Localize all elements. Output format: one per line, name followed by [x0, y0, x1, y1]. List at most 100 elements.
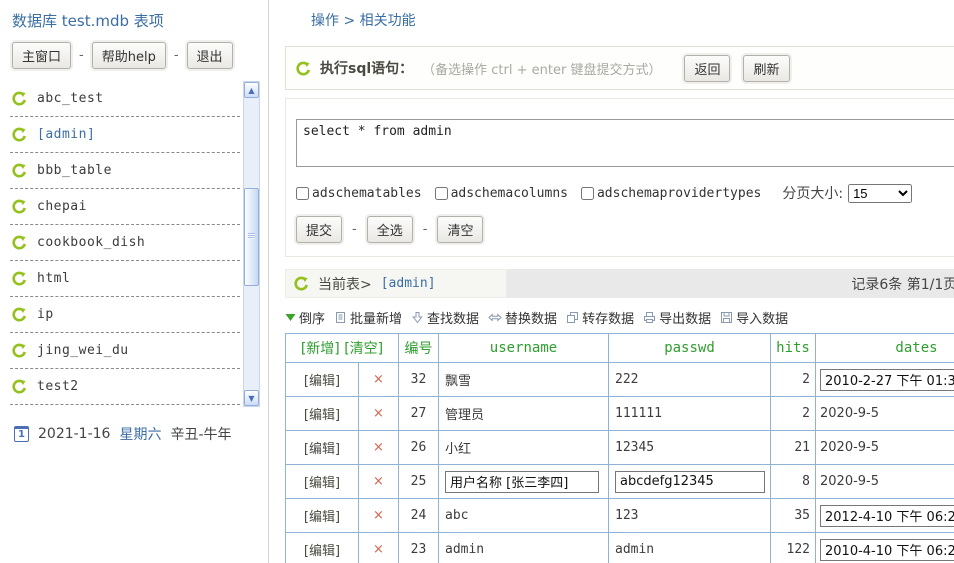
select-all-button[interactable]: 全选	[367, 216, 413, 243]
pagination-info: 记录6条 第1/1页 Goto	[507, 269, 954, 298]
back-button[interactable]: 返回	[684, 55, 730, 82]
table-list-item-chepai[interactable]: chepai	[10, 189, 240, 225]
clear-button[interactable]: 清空	[437, 216, 483, 243]
weekday-label: 星期六	[119, 424, 161, 444]
toolbar-item-swap[interactable]: 替换数据	[488, 308, 557, 327]
checkbox-adschemaprovidertypes[interactable]: adschemaprovidertypes	[581, 186, 761, 201]
cell-id: 24	[399, 499, 439, 533]
table-list: abc_test[admin] bbb_tablechepai cookbook_d…	[10, 81, 260, 407]
adschematables-checkbox[interactable]	[296, 187, 309, 200]
adschemacolumns-checkbox[interactable]	[435, 187, 448, 200]
calendar-icon: 1	[14, 426, 29, 442]
cell-username	[439, 465, 609, 499]
edit-link[interactable]: [编辑]	[286, 465, 359, 499]
sidebar: 数据库 test.mdb 表项 主窗口 - 帮助help - 退出 abc_te…	[0, 0, 269, 563]
delete-icon[interactable]: ×	[359, 499, 399, 533]
records-table: [新增] [清空] 编号 username passwd hits dates …	[285, 333, 954, 563]
checkbox-label: adschemaprovidertypes	[597, 186, 761, 201]
sql-action-row: 提交 - 全选 - 清空	[296, 216, 954, 243]
table-list-item-abc_test[interactable]: abc_test	[10, 81, 240, 117]
table-row-26: [编辑]×26小红12345212020-9-5	[286, 431, 954, 465]
table-list-item-jing_wei_du[interactable]: jing_wei_du	[10, 333, 240, 369]
delete-icon[interactable]: ×	[359, 431, 399, 465]
table-list-item-ip[interactable]: ip	[10, 297, 240, 333]
cell-id: 26	[399, 431, 439, 465]
delete-icon[interactable]: ×	[359, 363, 399, 397]
exit-button[interactable]: 退出	[187, 42, 233, 69]
toolbar-item-doc[interactable]: 批量新增	[334, 308, 402, 327]
toolbar-item-sort-desc[interactable]: 倒序	[285, 308, 325, 327]
edit-link[interactable]: [编辑]	[286, 363, 359, 397]
current-table-bar: 当前表> [admin] 记录6条 第1/1页 Goto	[285, 269, 954, 298]
cell-passwd: 222	[609, 363, 771, 397]
edit-link[interactable]: [编辑]	[286, 499, 359, 533]
cell-dates	[816, 533, 954, 563]
table-list-item-bbb_table[interactable]: bbb_table	[10, 153, 240, 189]
dates-input[interactable]	[820, 369, 954, 391]
edit-link[interactable]: [编辑]	[286, 397, 359, 431]
circle-arrow-icon	[12, 235, 27, 250]
current-table-info: 当前表> [admin]	[285, 269, 507, 298]
table-name: bbb_table	[37, 163, 112, 178]
swap-icon	[488, 311, 502, 324]
toolbar-item-export[interactable]: 导出数据	[643, 308, 711, 327]
circle-arrow-icon	[12, 307, 27, 322]
adschemaprovidertypes-checkbox[interactable]	[581, 187, 594, 200]
database-title: 数据库 test.mdb 表项	[12, 10, 268, 31]
refresh-button[interactable]: 刷新	[743, 55, 789, 82]
list-scrollbar[interactable]: ▲ ▼	[243, 81, 260, 407]
cell-username: abc	[439, 499, 609, 533]
help-button[interactable]: 帮助help	[92, 42, 166, 69]
toolbar-item-label: 转存数据	[582, 308, 634, 327]
breadcrumb-page: 相关功能	[360, 13, 416, 29]
sql-box: select * from admin adschematables adsch…	[285, 98, 954, 257]
edit-link[interactable]: [编辑]	[286, 431, 359, 465]
table-name: ip	[37, 307, 54, 322]
table-name: test2	[37, 379, 79, 394]
cell-id: 27	[399, 397, 439, 431]
toolbar-item-arrow-down[interactable]: 查找数据	[411, 308, 479, 327]
table-list-item-html[interactable]: html	[10, 261, 240, 297]
scroll-down-icon[interactable]: ▼	[244, 390, 259, 406]
toolbar-item-import[interactable]: 导入数据	[720, 308, 788, 327]
table-name: chepai	[37, 199, 87, 214]
sql-query-input[interactable]: select * from admin	[296, 119, 954, 167]
cell-hits: 2	[771, 363, 816, 397]
delete-icon[interactable]: ×	[359, 465, 399, 499]
header-dates: dates	[816, 334, 954, 363]
cell-passwd	[609, 465, 771, 499]
scrollbar-thumb[interactable]	[244, 188, 259, 286]
circle-arrow-icon	[12, 163, 27, 178]
cell-id: 25	[399, 465, 439, 499]
cell-username: admin	[439, 533, 609, 563]
passwd-input[interactable]	[615, 471, 765, 493]
table-list-item-cookbook_dish[interactable]: cookbook_dish	[10, 225, 240, 261]
cell-dates	[816, 363, 954, 397]
main-window-button[interactable]: 主窗口	[12, 42, 71, 69]
delete-icon[interactable]: ×	[359, 533, 399, 563]
header-hits: hits	[771, 334, 816, 363]
dates-input[interactable]	[820, 539, 954, 561]
header-actions[interactable]: [新增] [清空]	[286, 334, 399, 363]
button-separator: -	[174, 48, 179, 63]
submit-button[interactable]: 提交	[296, 216, 342, 243]
breadcrumb-section[interactable]: 操作	[311, 13, 339, 29]
current-table-name[interactable]: [admin]	[381, 276, 436, 291]
circle-arrow-icon	[12, 127, 27, 142]
checkbox-adschematables[interactable]: adschematables	[296, 186, 422, 201]
toolbar-item-label: 替换数据	[505, 308, 557, 327]
cell-dates	[816, 499, 954, 533]
scroll-up-icon[interactable]: ▲	[244, 82, 259, 98]
toolbar-item-copy[interactable]: 转存数据	[566, 308, 634, 327]
cell-passwd: admin	[609, 533, 771, 563]
delete-icon[interactable]: ×	[359, 397, 399, 431]
table-list-item-test2[interactable]: test2	[10, 369, 240, 405]
dates-input[interactable]	[820, 505, 954, 527]
username-input[interactable]	[445, 471, 599, 493]
edit-link[interactable]: [编辑]	[286, 533, 359, 563]
cell-hits: 21	[771, 431, 816, 465]
checkbox-adschemacolumns[interactable]: adschemacolumns	[435, 186, 568, 201]
table-list-item-admin[interactable]: [admin]	[10, 117, 240, 153]
page-size-select[interactable]: 15	[848, 184, 912, 203]
cell-hits: 122	[771, 533, 816, 563]
